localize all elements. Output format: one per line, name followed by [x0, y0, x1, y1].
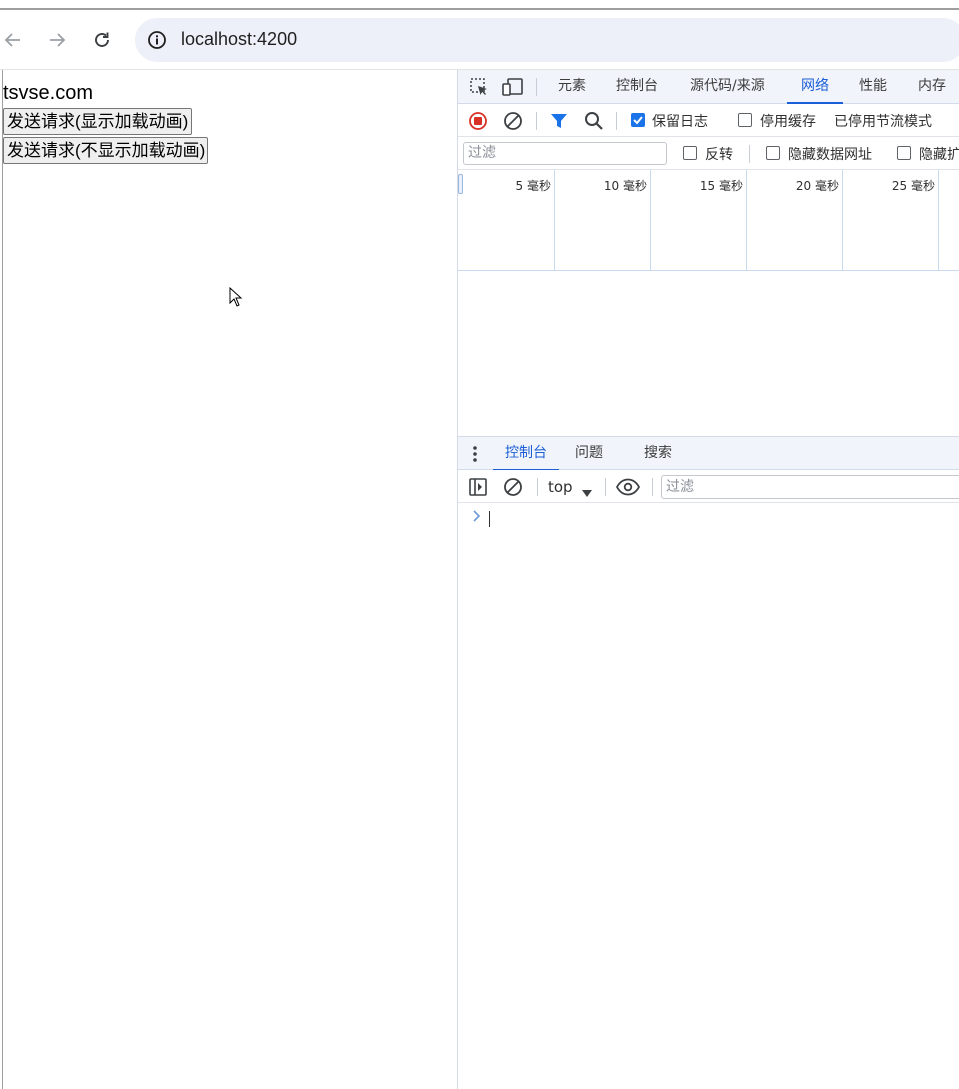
console-input-caret[interactable]	[489, 511, 490, 527]
timeline-tick-label: 5 毫秒	[515, 179, 551, 193]
drawer-tab-search[interactable]: 搜索	[644, 437, 672, 471]
page-content: tsvse.com 发送请求(显示加载动画) 发送请求(不显示加载动画)	[3, 70, 457, 1089]
preserve-log-checkbox[interactable]	[631, 113, 645, 127]
separator	[616, 112, 617, 130]
clear-console-icon[interactable]	[503, 477, 523, 501]
devtools-main-tabs: 元素 控制台 源代码/来源 网络 性能 内存	[458, 70, 959, 104]
timeline-tick-label: 25 毫秒	[891, 179, 935, 193]
drawer-tabs: 控制台 问题 搜索	[458, 436, 959, 471]
separator	[605, 478, 606, 496]
sidebar-toggle-icon[interactable]	[468, 477, 488, 501]
site-info-icon[interactable]	[147, 30, 167, 50]
timeline-column: 20 毫秒	[747, 170, 843, 271]
network-overview-timeline[interactable]: 5 毫秒 10 毫秒 15 毫秒 20 毫秒 25 毫秒	[458, 170, 959, 271]
disable-cache-checkbox[interactable]	[738, 113, 752, 127]
record-stop-icon[interactable]	[468, 111, 488, 135]
send-request-without-loading-button[interactable]: 发送请求(不显示加载动画)	[3, 137, 208, 164]
tab-performance[interactable]: 性能	[859, 70, 887, 104]
tab-memory[interactable]: 内存	[918, 70, 946, 104]
separator	[652, 478, 653, 496]
address-bar[interactable]: localhost:4200	[135, 18, 959, 62]
clear-icon[interactable]	[503, 111, 523, 135]
hide-data-urls-checkbox[interactable]	[766, 146, 780, 160]
hide-extension-urls-label: 隐藏扩	[919, 147, 959, 163]
separator	[536, 78, 537, 96]
preserve-log-label: 保留日志	[652, 114, 708, 130]
site-title: tsvse.com	[3, 82, 94, 104]
send-request-with-loading-button[interactable]: 发送请求(显示加载动画)	[3, 108, 192, 135]
dropdown-triangle-icon[interactable]	[582, 483, 592, 502]
forward-arrow-icon[interactable]	[45, 28, 69, 52]
drawer-tab-console[interactable]: 控制台	[493, 437, 559, 471]
timeline-column: 10 毫秒	[555, 170, 651, 271]
drawer-tab-issues[interactable]: 问题	[575, 437, 603, 471]
console-prompt-chevron-icon	[472, 510, 482, 526]
invert-checkbox[interactable]	[683, 146, 697, 160]
tab-elements[interactable]: 元素	[558, 70, 586, 104]
separator	[537, 478, 538, 496]
browser-toolbar: localhost:4200	[0, 10, 959, 70]
inspect-element-icon[interactable]	[469, 77, 489, 101]
network-toolbar: 保留日志 停用缓存 已停用节流模式	[458, 104, 959, 137]
timeline-column: 25 毫秒	[843, 170, 939, 271]
back-arrow-icon[interactable]	[1, 28, 25, 52]
console-toolbar: top 过滤	[458, 470, 959, 503]
disable-cache-label: 停用缓存	[760, 114, 816, 130]
throttling-select[interactable]: 已停用节流模式	[834, 111, 932, 131]
network-filter-bar: 过滤 反转 隐藏数据网址 隐藏扩	[458, 137, 959, 170]
more-vertical-icon[interactable]	[472, 446, 478, 466]
search-icon[interactable]	[584, 111, 604, 135]
eye-icon[interactable]	[615, 478, 641, 500]
console-filter-input[interactable]: 过滤	[661, 475, 959, 499]
invert-label: 反转	[705, 147, 733, 163]
tab-console[interactable]: 控制台	[616, 70, 658, 104]
separator	[536, 112, 537, 130]
tab-sources[interactable]: 源代码/来源	[690, 70, 765, 104]
context-select[interactable]: top	[548, 478, 573, 496]
tab-network[interactable]: 网络	[787, 70, 843, 104]
network-filter-input[interactable]: 过滤	[463, 142, 667, 165]
timeline-column: 5 毫秒	[458, 170, 555, 271]
hide-extension-urls-checkbox[interactable]	[897, 146, 911, 160]
timeline-tick-label: 15 毫秒	[699, 179, 743, 193]
timeline-tick-label: 10 毫秒	[603, 179, 647, 193]
timeline-column: 15 毫秒	[651, 170, 747, 271]
filter-funnel-icon[interactable]	[550, 112, 568, 134]
separator	[749, 145, 750, 163]
reload-icon[interactable]	[90, 28, 114, 52]
device-toolbar-icon[interactable]	[502, 77, 524, 101]
devtools-panel: 元素 控制台 源代码/来源 网络 性能 内存 保留日志 停用缓存 已停用节流模式…	[457, 70, 959, 1089]
url-text[interactable]: localhost:4200	[181, 29, 297, 50]
timeline-tick-label: 20 毫秒	[795, 179, 839, 193]
mouse-pointer-icon	[229, 286, 243, 311]
hide-data-urls-label: 隐藏数据网址	[788, 147, 872, 163]
